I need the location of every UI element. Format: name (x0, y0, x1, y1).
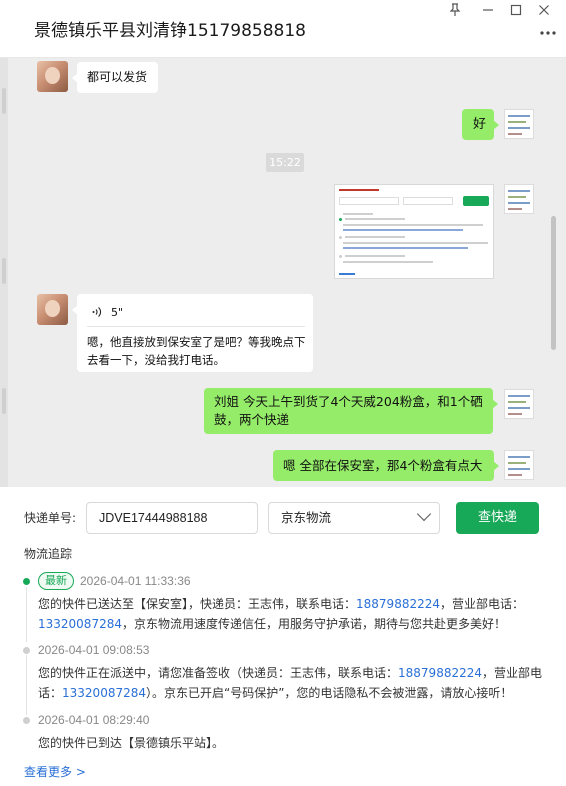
message-text: 好 (473, 117, 487, 132)
timeline-dot (23, 647, 30, 654)
carrier-select[interactable]: 京东物流 (268, 502, 440, 534)
more-options-icon[interactable] (536, 26, 560, 40)
pin-icon[interactable] (442, 3, 468, 21)
message-text: 都可以发货 (87, 70, 148, 84)
my-avatar[interactable] (504, 109, 534, 139)
window-titlebar: 景德镇乐平县刘清铮15179858818 (0, 0, 566, 58)
message-bubble-outgoing[interactable]: 好 (462, 109, 499, 140)
timeline-dot-latest (23, 578, 30, 585)
chat-scrollbar[interactable] (551, 216, 556, 350)
courier-phone-link[interactable]: 18879882224 (356, 597, 440, 611)
timeline-dot (23, 717, 30, 724)
rail-tick (2, 88, 6, 114)
timeline-connector (26, 587, 27, 642)
event-description: 您的快件正在派送中，请您准备签收（快递员：王志伟，联系电话：1887988222… (38, 666, 543, 700)
message-text: 刘姐 今天上午到货了4个天威204粉盒，和1个硒鼓，两个快递 (214, 394, 483, 427)
latest-badge: 最新 (38, 572, 74, 590)
voice-wave-icon (91, 305, 103, 324)
tracking-number-label: 快递单号: (24, 511, 77, 525)
voice-divider (87, 326, 305, 327)
express-tracking-panel: 快递单号: JDVE17444988188 京东物流 查快递 物流追踪 最新 2… (0, 487, 566, 786)
see-more-link[interactable]: 查看更多 > (24, 763, 86, 780)
rail-tick (2, 388, 6, 414)
event-time: 2026-04-01 09:08:53 (38, 643, 150, 657)
chevron-down-icon (416, 506, 432, 522)
chat-title: 景德镇乐平县刘清铮15179858818 (34, 21, 306, 41)
contact-avatar[interactable] (37, 61, 68, 92)
left-rail (0, 58, 8, 487)
branch-phone-link[interactable]: 13320087284 (38, 617, 122, 631)
rail-tick (2, 258, 6, 284)
my-avatar[interactable] (504, 450, 534, 480)
contact-avatar[interactable] (37, 294, 68, 325)
voice-transcript: 嗯，他直接放到保安室了是吧？等我晚点下去看一下，没给我打电话。 (87, 335, 306, 367)
voice-duration: 5" (111, 306, 124, 319)
courier-phone-link[interactable]: 18879882224 (398, 666, 482, 680)
voice-message-bubble[interactable]: 5" 嗯，他直接放到保安室了是吧？等我晚点下去看一下，没给我打电话。 (72, 294, 313, 372)
tracking-section-title: 物流追踪 (24, 547, 73, 561)
close-icon[interactable] (531, 3, 557, 21)
timeline-connector (26, 655, 27, 715)
my-avatar[interactable] (504, 184, 534, 214)
event-description: 您的快件已到达【景德镇乐平站】。 (38, 736, 225, 750)
message-bubble-outgoing[interactable]: 刘姐 今天上午到货了4个天威204粉盒，和1个硒鼓，两个快递 (204, 388, 498, 434)
maximize-icon[interactable] (503, 3, 529, 21)
message-timestamp: 15:22 (266, 153, 304, 172)
tracking-number-input[interactable]: JDVE17444988188 (86, 502, 258, 534)
carrier-selected-value: 京东物流 (281, 510, 332, 525)
message-bubble-incoming[interactable]: 都可以发货 (72, 62, 158, 93)
event-time: 2026-04-01 11:33:36 (80, 574, 191, 588)
chat-message-area[interactable]: 都可以发货 好 15:22 5" 嗯，他直接放到保安室了是吧？等我晚点下去看一下… (0, 58, 566, 487)
event-time: 2026-04-01 08:29:40 (38, 713, 150, 727)
query-express-button[interactable]: 查快递 (456, 502, 539, 534)
branch-phone-link[interactable]: 13320087284 (62, 686, 146, 700)
message-bubble-outgoing[interactable]: 嗯 全部在保安室，那4个粉盒有点大 (273, 450, 499, 481)
message-image-tracking-screenshot[interactable] (334, 184, 494, 279)
my-avatar[interactable] (504, 389, 534, 419)
message-text: 嗯 全部在保安室，那4个粉盒有点大 (283, 458, 483, 473)
event-description: 您的快件已送达至【保安室】，快递员：王志伟，联系电话：18879882224，营… (38, 597, 525, 631)
minimize-icon[interactable] (475, 3, 501, 21)
